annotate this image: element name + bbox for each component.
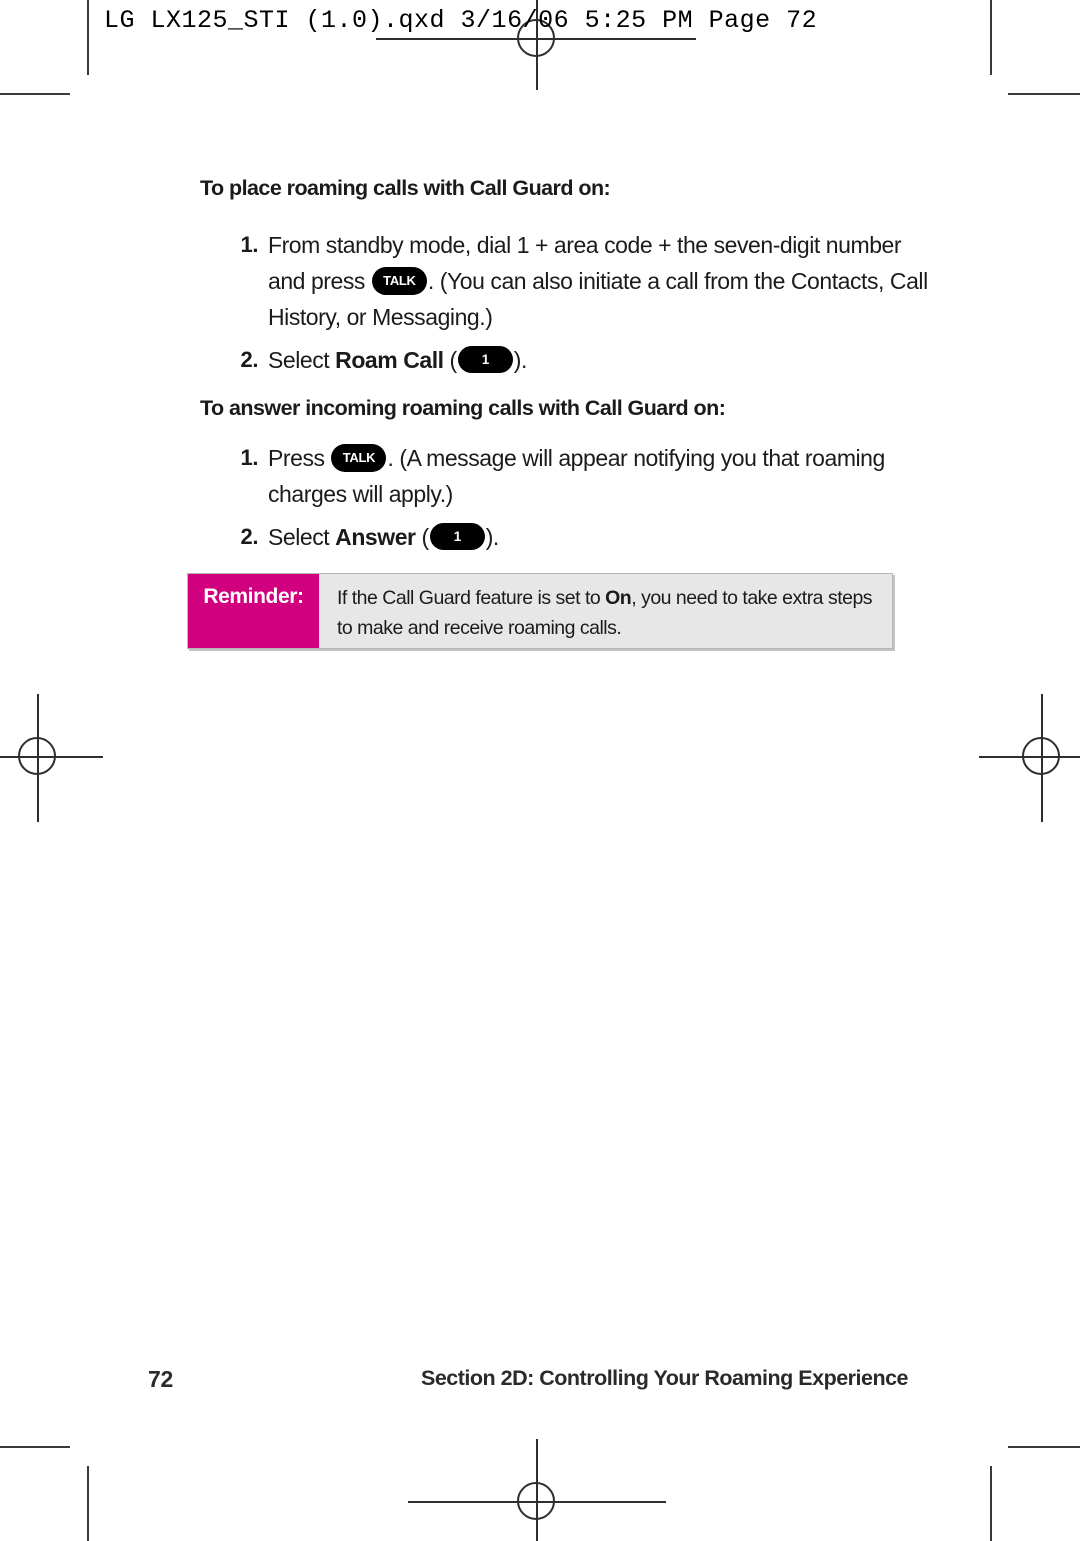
reminder-text-part1: If the Call Guard feature is set to (337, 587, 606, 609)
reminder-body: If the Call Guard feature is set to On, … (319, 574, 892, 648)
menu-option-roam-call: Roam Call (335, 347, 444, 373)
registration-mark-right-icon (979, 694, 1080, 822)
registration-mark-bottom-icon (408, 1439, 666, 1541)
step-number: 1. (240, 445, 259, 470)
page-footer: 72 Section 2D: Controlling Your Roaming … (0, 1366, 1080, 1400)
crop-mark-bottom-right-vertical (990, 1466, 992, 1541)
reminder-setting-on: On (605, 587, 632, 609)
step-text-after-key: ). (513, 347, 528, 373)
step-number: 1. (240, 232, 259, 257)
document-page: LG LX125_STI (1.0).qxd 3/16/06 5:25 PM P… (0, 0, 1080, 1541)
one-key-icon: 1 (457, 346, 513, 374)
step-text: From standby mode, dial 1 + area code + … (268, 227, 940, 335)
step-text: Select Answer (1). (268, 519, 940, 555)
registration-mark-left-icon (0, 694, 103, 822)
document-source-header: LG LX125_STI (1.0).qxd 3/16/06 5:25 PM P… (104, 6, 818, 35)
menu-option-answer: Answer (335, 524, 416, 550)
footer-section-title: Section 2D: Controlling Your Roaming Exp… (421, 1366, 909, 1390)
crop-mark-top-left-vertical (87, 0, 89, 75)
step-text-before-key: Press (268, 445, 331, 471)
step-text-after-key: ). (485, 524, 500, 550)
crop-mark-bottom-left-vertical (87, 1466, 89, 1541)
step-place-1: 1. From standby mode, dial 1 + area code… (200, 227, 940, 335)
step-number: 2. (240, 524, 259, 549)
section-heading-answer-roaming-calls: To answer incoming roaming calls with Ca… (200, 396, 726, 420)
step-text: Press TALK. (A message will appear notif… (268, 440, 940, 512)
one-key-icon: 1 (429, 523, 485, 551)
step-place-2: 2. Select Roam Call (1). (200, 342, 940, 378)
section-heading-place-roaming-calls: To place roaming calls with Call Guard o… (200, 176, 611, 200)
crop-mark-top-right-vertical (990, 0, 992, 75)
crop-mark-bottom-left-horizontal (0, 1446, 70, 1448)
step-text-before-bold: Select (268, 524, 336, 550)
crop-mark-bottom-right-horizontal (1008, 1446, 1080, 1448)
crop-mark-top-left-horizontal (0, 93, 70, 95)
step-text-before-key: ( (443, 347, 458, 373)
step-answer-1: 1. Press TALK. (A message will appear no… (200, 440, 940, 512)
step-number: 2. (240, 347, 259, 372)
step-text-before-bold: Select (268, 347, 336, 373)
step-text: Select Roam Call (1). (268, 342, 940, 378)
crop-mark-top-right-horizontal (1008, 93, 1080, 95)
talk-key-icon: TALK (371, 266, 427, 295)
step-text-before-key: ( (415, 524, 430, 550)
talk-key-icon: TALK (331, 443, 387, 472)
reminder-label: Reminder: (188, 574, 319, 648)
step-answer-2: 2. Select Answer (1). (200, 519, 940, 555)
reminder-callout: Reminder: If the Call Guard feature is s… (187, 573, 893, 649)
